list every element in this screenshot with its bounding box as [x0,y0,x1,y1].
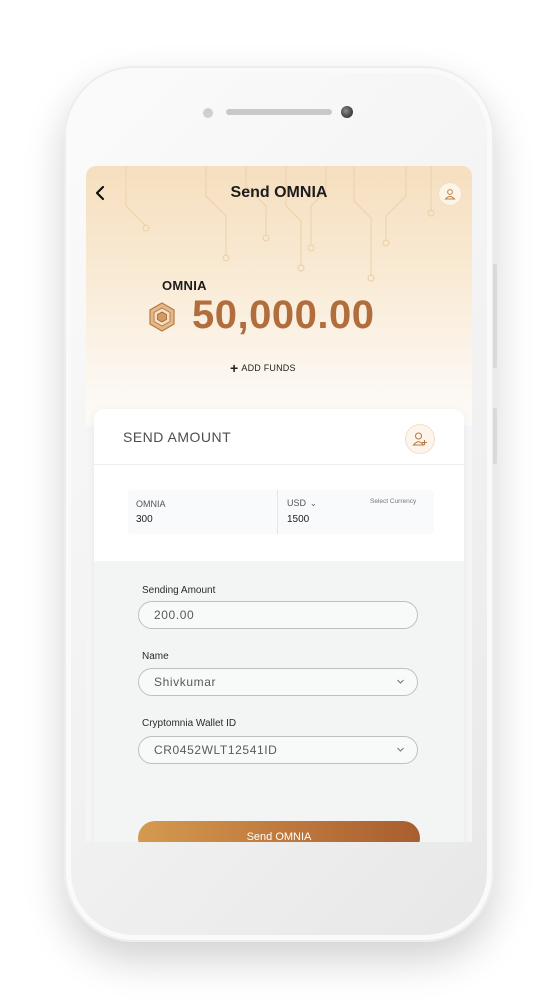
stage: Send OMNIA OMNIA 50,000.00 + ADD FUNDS S… [0,0,560,1007]
sending-amount-label: Sending Amount [142,585,216,596]
phone-side-button [493,264,497,368]
converter-divider [277,490,278,534]
card-title: SEND AMOUNT [123,429,232,445]
speaker-grille [226,109,332,115]
balance-amount: 50,000.00 [192,293,375,337]
send-amount-card: SEND AMOUNT OMNIA 300 USD ⌄ 1500 Select … [94,409,464,842]
name-label: Name [142,651,169,662]
to-currency-label: USD [287,498,307,508]
camera-icon [341,106,353,118]
app-screen: Send OMNIA OMNIA 50,000.00 + ADD FUNDS S… [86,166,472,842]
send-omnia-button[interactable]: Send OMNIA [138,821,420,842]
select-currency-link[interactable]: Select Currency [370,498,416,505]
add-funds-label: ADD FUNDS [241,363,296,373]
chevron-down-icon: ⌄ [310,499,317,508]
profile-button[interactable] [438,182,462,206]
from-value[interactable]: 300 [136,514,153,525]
to-value[interactable]: 1500 [287,514,309,525]
converter-box: OMNIA 300 USD ⌄ 1500 Select Currency [128,490,434,534]
coin-icon [149,302,175,332]
wallet-id-label: Cryptomnia Wallet ID [142,718,237,729]
phone-side-button [493,408,497,464]
wallet-id-value: CR0452WLT12541ID [154,743,278,757]
header-banner: Send OMNIA OMNIA 50,000.00 + ADD FUNDS [86,166,472,426]
name-value: Shivkumar [154,675,217,689]
sensor-dot [203,108,213,118]
currency-select[interactable]: USD ⌄ [287,498,317,508]
wallet-id-select[interactable]: CR0452WLT12541ID [138,736,418,764]
add-funds-link[interactable]: + ADD FUNDS [230,359,296,376]
balance-currency-label: OMNIA [162,278,207,293]
from-currency-label: OMNIA [136,499,166,509]
sending-amount-value: 200.00 [154,608,195,622]
chevron-down-icon [397,679,404,684]
add-user-icon [412,432,427,446]
card-header: SEND AMOUNT [94,409,464,465]
currency-converter: OMNIA 300 USD ⌄ 1500 Select Currency [94,465,464,561]
add-recipient-button[interactable] [405,424,435,454]
page-title: Send OMNIA [230,184,328,201]
user-icon [444,189,456,200]
plus-icon: + [230,359,239,376]
sending-amount-input[interactable]: 200.00 [138,601,418,629]
chevron-down-icon [397,747,404,752]
name-select[interactable]: Shivkumar [138,668,418,696]
